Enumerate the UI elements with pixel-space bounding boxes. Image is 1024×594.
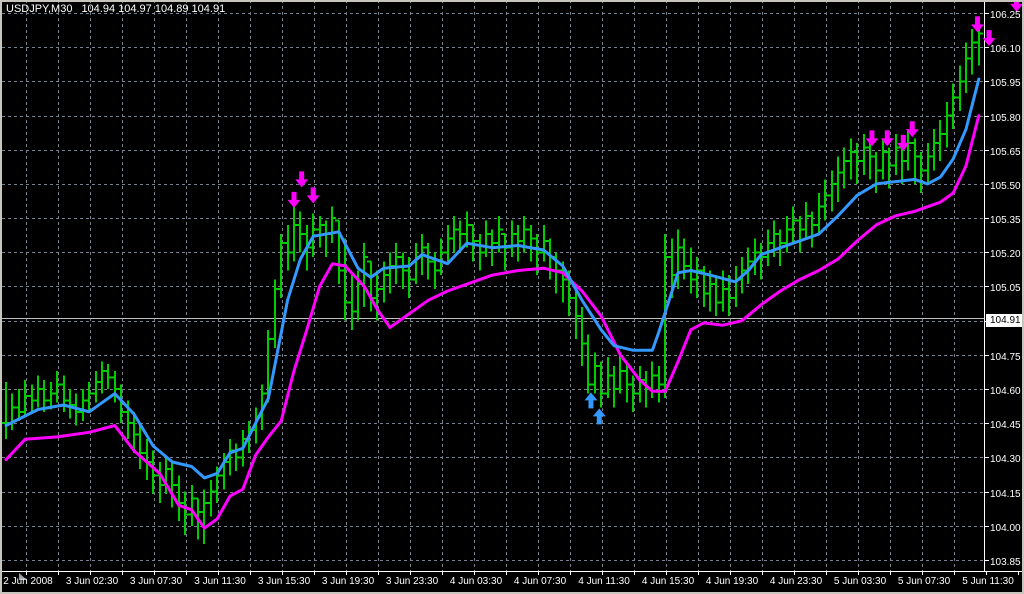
sell-arrow-icon xyxy=(307,187,320,203)
price-axis-label: 104.00 xyxy=(990,523,1024,534)
price-axis-label: 105.95 xyxy=(990,78,1024,89)
price-axis-label: 105.65 xyxy=(990,147,1024,158)
symbol-timeframe-label: USDJPY,M30 xyxy=(6,3,72,15)
price-axis-label: 104.45 xyxy=(990,420,1024,431)
price-axis-label: 104.15 xyxy=(990,489,1024,500)
time-axis-label: 5 Jun 11:30 xyxy=(962,576,1014,587)
time-axis-label: 5 Jun 03:30 xyxy=(834,576,886,587)
time-axis-label: 3 Jun 07:30 xyxy=(130,576,182,587)
time-axis-label: 4 Jun 23:30 xyxy=(770,576,822,587)
chart-canvas[interactable] xyxy=(0,0,1024,594)
price-axis-label: 105.35 xyxy=(990,215,1024,226)
time-axis-label: 3 Jun 23:30 xyxy=(386,576,438,587)
time-axis-label: 3 Jun 11:30 xyxy=(194,576,246,587)
time-axis-label: 2 Jun 2008 xyxy=(3,576,53,587)
price-axis-label: 105.50 xyxy=(990,181,1024,192)
time-axis-label: 3 Jun 15:30 xyxy=(258,576,310,587)
ohlc-values-label: 104.94 104.97 104.89 104.91 xyxy=(81,3,225,15)
price-axis-label: 103.85 xyxy=(990,557,1024,568)
price-axis-label: 105.80 xyxy=(990,113,1024,124)
axis-tick-marks xyxy=(27,14,1019,576)
buy-arrow-icon xyxy=(584,392,597,408)
price-axis-label: 104.60 xyxy=(990,386,1024,397)
fast-ma-line xyxy=(6,79,979,478)
time-axis-label: 5 Jun 07:30 xyxy=(898,576,950,587)
price-axis-label: 104.75 xyxy=(990,352,1024,363)
time-axis-label: 3 Jun 02:30 xyxy=(66,576,118,587)
chart-title: USDJPY,M30 104.94 104.97 104.89 104.91 xyxy=(6,3,225,15)
price-axis-label: 105.05 xyxy=(990,283,1024,294)
sell-arrow-icon xyxy=(288,192,301,208)
time-axis-label: 4 Jun 07:30 xyxy=(514,576,566,587)
price-axis-label: 106.10 xyxy=(990,44,1024,55)
time-axis-label: 4 Jun 11:30 xyxy=(578,576,630,587)
price-axis-label: 104.30 xyxy=(990,454,1024,465)
time-axis-label: 4 Jun 15:30 xyxy=(642,576,694,587)
grid-lines xyxy=(2,0,984,571)
current-price-label: 104.91 xyxy=(986,314,1024,327)
chart-window: USDJPY,M30 104.94 104.97 104.89 104.91 10… xyxy=(0,0,1024,594)
price-axis-label: 105.20 xyxy=(990,249,1024,260)
time-axis-label: 4 Jun 19:30 xyxy=(706,576,758,587)
price-axis-label: 106.25 xyxy=(990,10,1024,21)
sell-arrow-icon xyxy=(865,130,878,146)
time-axis-label: 4 Jun 03:30 xyxy=(450,576,502,587)
time-axis-label: 3 Jun 19:30 xyxy=(322,576,374,587)
buy-arrow-icon xyxy=(593,408,606,424)
